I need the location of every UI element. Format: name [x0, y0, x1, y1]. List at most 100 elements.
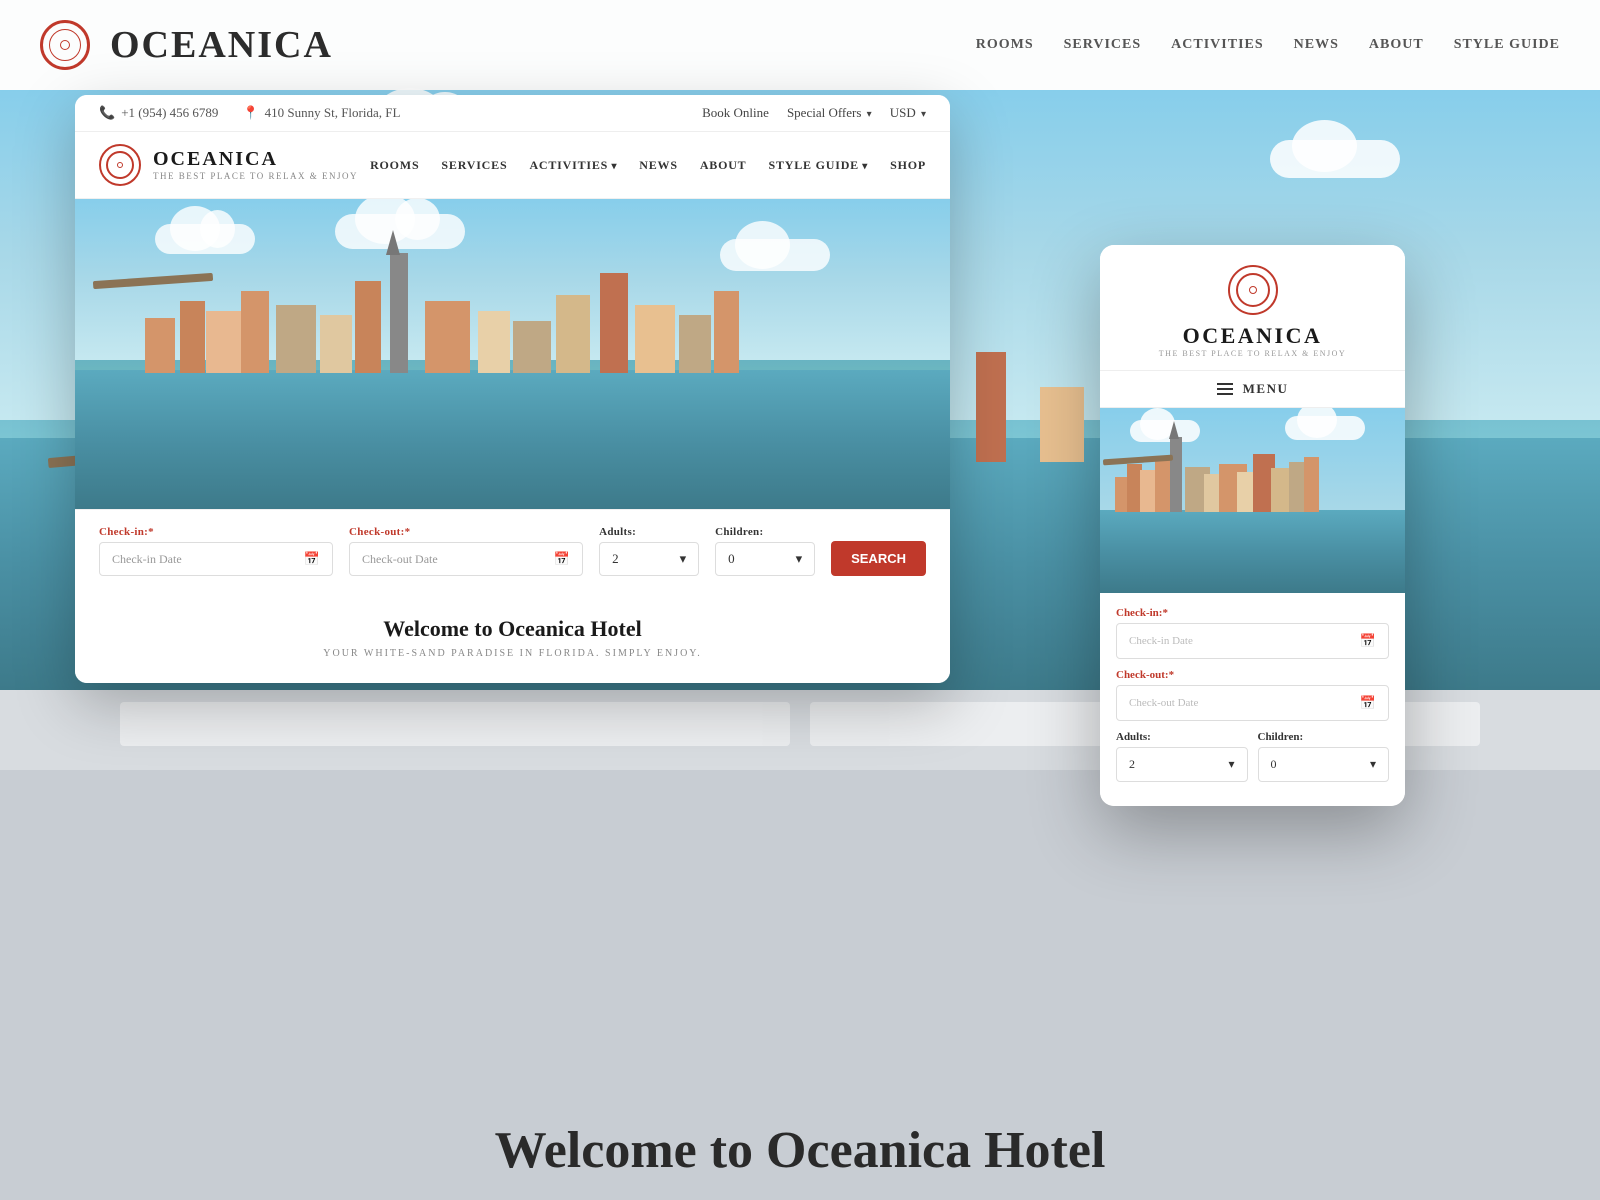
- mobile-buildings: [1100, 408, 1405, 512]
- checkout-label: Check-out:*: [349, 526, 583, 538]
- bg-nav-rooms: ROOMS: [976, 37, 1034, 53]
- location-icon: 📍: [242, 105, 258, 121]
- hamburger-line-1: [1217, 383, 1233, 385]
- search-button[interactable]: SEARCH: [831, 541, 926, 576]
- bg-logo-icon: [40, 20, 90, 70]
- desktop-card: 📞 +1 (954) 456 6789 📍 410 Sunny St, Flor…: [75, 95, 950, 683]
- currency-arrow: ▾: [921, 109, 926, 120]
- bg-nav-services: SERVICES: [1064, 37, 1142, 53]
- mobile-children-group: Children: 0 ▾: [1258, 731, 1390, 782]
- adults-select[interactable]: 2 ▾: [599, 542, 699, 576]
- adults-label: Adults:: [599, 526, 699, 538]
- mobile-checkout-input[interactable]: Check-out Date 📅: [1116, 685, 1389, 721]
- topbar-address: 📍 410 Sunny St, Florida, FL: [242, 105, 400, 121]
- brand-logo: [99, 144, 141, 186]
- children-arrow: ▾: [796, 551, 803, 567]
- mobile-checkin-input[interactable]: Check-in Date 📅: [1116, 623, 1389, 659]
- adults-arrow: ▾: [680, 551, 687, 567]
- welcome-subtitle: YOUR WHITE-SAND PARADISE IN FLORIDA. SIM…: [99, 648, 926, 659]
- bottom-welcome-title: Welcome to Oceanica Hotel: [0, 1121, 1600, 1180]
- hero-buildings: [75, 199, 950, 373]
- mobile-brand-name: OCEANICA: [1159, 323, 1346, 349]
- address-text: 410 Sunny St, Florida, FL: [265, 105, 401, 121]
- mobile-checkin-group: Check-in:* Check-in Date 📅: [1116, 607, 1389, 659]
- adults-group: Adults: 2 ▾: [599, 526, 699, 576]
- special-offers-link[interactable]: Special Offers ▾: [787, 105, 872, 121]
- mobile-adults-group: Adults: 2 ▾: [1116, 731, 1248, 782]
- mobile-menu-label: MENU: [1243, 381, 1289, 397]
- mobile-logo: [1228, 265, 1278, 315]
- brand-name: OCEANICA: [153, 149, 358, 169]
- mobile-guests-row: Adults: 2 ▾ Children: 0 ▾: [1116, 731, 1389, 792]
- welcome-section: Welcome to Oceanica Hotel YOUR WHITE-SAN…: [75, 592, 950, 683]
- mobile-logo-dot: [1249, 286, 1257, 294]
- children-select[interactable]: 0 ▾: [715, 542, 815, 576]
- mobile-brand-tagline: THE BEST PLACE TO RELAX & ENJOY: [1159, 349, 1346, 358]
- nav-services[interactable]: SERVICES: [441, 158, 507, 173]
- mobile-children-arrow: ▾: [1370, 757, 1376, 772]
- hamburger-line-2: [1217, 388, 1233, 390]
- nav-shop[interactable]: SHOP: [890, 158, 926, 173]
- topbar: 📞 +1 (954) 456 6789 📍 410 Sunny St, Flor…: [75, 95, 950, 132]
- mobile-children-select[interactable]: 0 ▾: [1258, 747, 1390, 782]
- topbar-right: Book Online Special Offers ▾ USD ▾: [702, 105, 926, 121]
- bg-header: OCEANICA ROOMS SERVICES AcTivITIES NEWS …: [0, 0, 1600, 90]
- mobile-hero-image: [1100, 408, 1405, 593]
- bg-nav-activities: AcTivITIES: [1171, 37, 1263, 53]
- hero-water: [75, 370, 950, 510]
- mobile-booking-form: Check-in:* Check-in Date 📅 Check-out:* C…: [1100, 593, 1405, 806]
- checkout-calendar-icon: 📅: [554, 551, 570, 567]
- children-group: Children: 0 ▾: [715, 526, 815, 576]
- brand-logo-dot: [117, 162, 123, 168]
- topbar-phone: 📞 +1 (954) 456 6789: [99, 105, 218, 121]
- brand-tagline: THE BEST PLACE TO RELAX & ENJOY: [153, 171, 358, 181]
- mobile-card: OCEANICA THE BEST PLACE TO RELAX & ENJOY…: [1100, 245, 1405, 806]
- checkin-input[interactable]: Check-in Date 📅: [99, 542, 333, 576]
- nav-about[interactable]: ABOUT: [700, 158, 747, 173]
- bg-nav: ROOMS SERVICES AcTivITIES NEWS ABOUT STY…: [976, 37, 1560, 53]
- nav-links: ROOMS SERVICES ACTIVITIES NEWS ABOUT STY…: [370, 158, 926, 173]
- bottom-welcome-section: Welcome to Oceanica Hotel: [0, 1121, 1600, 1180]
- checkin-calendar-icon: 📅: [304, 551, 320, 567]
- mobile-children-label: Children:: [1258, 731, 1390, 743]
- mobile-checkin-label: Check-in:*: [1116, 607, 1389, 619]
- mobile-adults-arrow: ▾: [1228, 757, 1234, 772]
- mobile-checkout-icon: 📅: [1360, 695, 1376, 711]
- brand: OCEANICA THE BEST PLACE TO RELAX & ENJOY: [99, 144, 358, 186]
- cloud-3: [1270, 140, 1400, 178]
- nav-rooms[interactable]: ROOMS: [370, 158, 419, 173]
- mobile-menu-bar[interactable]: MENU: [1100, 370, 1405, 408]
- brand-logo-inner: [106, 151, 134, 179]
- mobile-adults-label: Adults:: [1116, 731, 1248, 743]
- special-offers-arrow: ▾: [867, 109, 872, 120]
- booking-form: Check-in:* Check-in Date 📅 Check-out:* C…: [75, 509, 950, 592]
- nav-activities[interactable]: ACTIVITIES: [529, 158, 617, 173]
- bg-nav-about: ABOUT: [1369, 37, 1424, 53]
- main-nav: OCEANICA THE BEST PLACE TO RELAX & ENJOY…: [75, 132, 950, 199]
- bg-brand-name: OCEANICA: [110, 23, 333, 67]
- mobile-water: [1100, 510, 1405, 593]
- hero-image: [75, 199, 950, 509]
- currency-selector[interactable]: USD ▾: [890, 105, 926, 121]
- checkout-group: Check-out:* Check-out Date 📅: [349, 526, 583, 576]
- nav-style-guide[interactable]: STYLE GUIDE: [769, 158, 869, 173]
- book-online-link[interactable]: Book Online: [702, 105, 769, 121]
- mobile-brand: OCEANICA THE BEST PLACE TO RELAX & ENJOY: [1100, 245, 1405, 370]
- bg-nav-style-guide: STYLE GUIDE: [1454, 37, 1560, 53]
- checkin-label: Check-in:*: [99, 526, 333, 538]
- mobile-checkout-group: Check-out:* Check-out Date 📅: [1116, 669, 1389, 721]
- children-label: Children:: [715, 526, 815, 538]
- mobile-brand-text: OCEANICA THE BEST PLACE TO RELAX & ENJOY: [1159, 323, 1346, 358]
- welcome-title: Welcome to Oceanica Hotel: [99, 616, 926, 642]
- mobile-adults-select[interactable]: 2 ▾: [1116, 747, 1248, 782]
- hamburger-line-3: [1217, 393, 1233, 395]
- phone-icon: 📞: [99, 105, 115, 121]
- nav-news[interactable]: NEWS: [639, 158, 678, 173]
- bg-nav-news: NEWS: [1294, 37, 1339, 53]
- hamburger-icon: [1217, 383, 1233, 395]
- checkout-input[interactable]: Check-out Date 📅: [349, 542, 583, 576]
- mobile-logo-inner: [1236, 273, 1270, 307]
- mobile-checkin-icon: 📅: [1360, 633, 1376, 649]
- checkin-group: Check-in:* Check-in Date 📅: [99, 526, 333, 576]
- brand-text: OCEANICA THE BEST PLACE TO RELAX & ENJOY: [153, 149, 358, 181]
